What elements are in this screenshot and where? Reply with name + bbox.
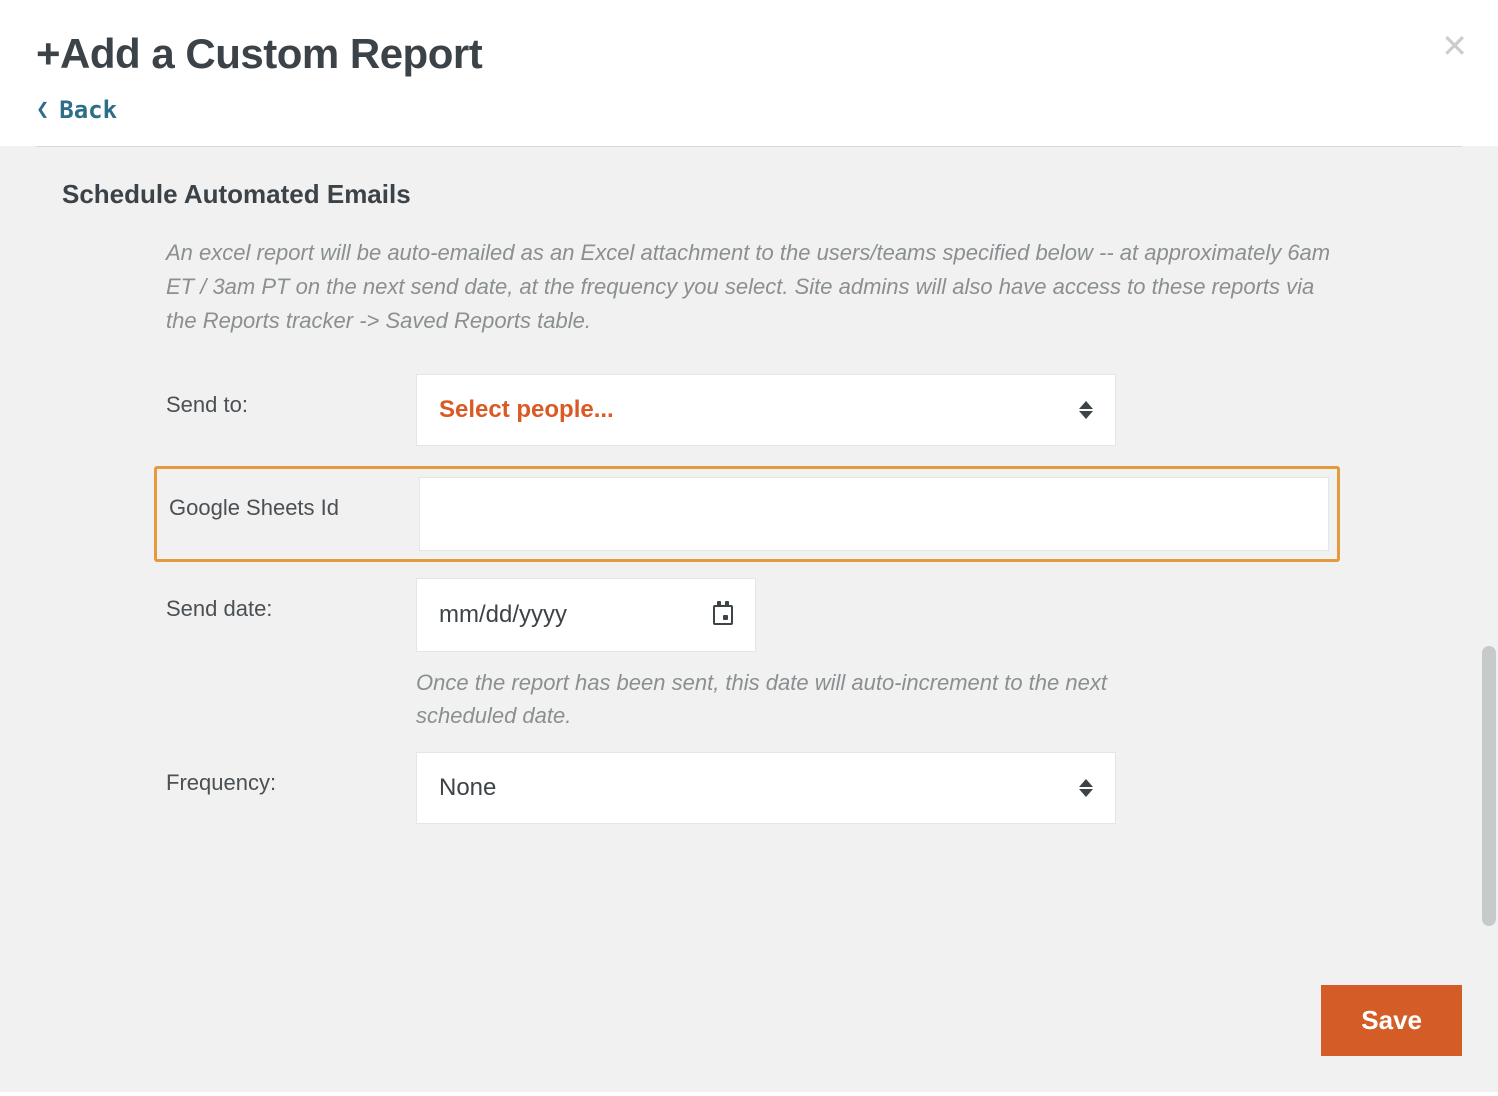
modal-title: +Add a Custom Report [36,30,1462,78]
section-description: An excel report will be auto-emailed as … [166,236,1332,338]
row-frequency: Frequency: None [166,752,1462,824]
row-google-sheets: Google Sheets Id [154,466,1340,562]
scrollbar[interactable] [1482,646,1496,926]
row-send-date: Send date: mm/dd/yyyy Once the report ha… [166,578,1462,732]
frequency-select[interactable]: None [416,752,1116,824]
chevron-left-icon: ❮ [36,99,49,121]
label-send-date: Send date: [166,578,416,622]
modal-body: Schedule Automated Emails An excel repor… [0,146,1498,1092]
save-button[interactable]: Save [1321,985,1462,1056]
send-date-placeholder: mm/dd/yyyy [439,601,567,629]
google-sheets-input[interactable] [419,477,1329,551]
send-date-help: Once the report has been sent, this date… [416,666,1116,732]
frequency-value: None [439,774,496,802]
back-label: Back [59,96,117,124]
sort-icon [1079,401,1093,419]
label-google-sheets: Google Sheets Id [157,477,419,521]
label-frequency: Frequency: [166,752,416,796]
back-link[interactable]: ❮ Back [36,96,117,124]
calendar-icon [713,605,733,625]
divider [36,146,1462,161]
row-send-to: Send to: Select people... [166,374,1462,446]
send-date-input[interactable]: mm/dd/yyyy [416,578,756,652]
sort-icon [1079,779,1093,797]
label-send-to: Send to: [166,374,416,418]
close-icon[interactable]: ✕ [1441,30,1468,62]
send-to-select[interactable]: Select people... [416,374,1116,446]
send-to-placeholder: Select people... [439,396,614,424]
modal-header: +Add a Custom Report ❮ Back ✕ [0,0,1498,146]
section-heading: Schedule Automated Emails [36,179,1462,210]
